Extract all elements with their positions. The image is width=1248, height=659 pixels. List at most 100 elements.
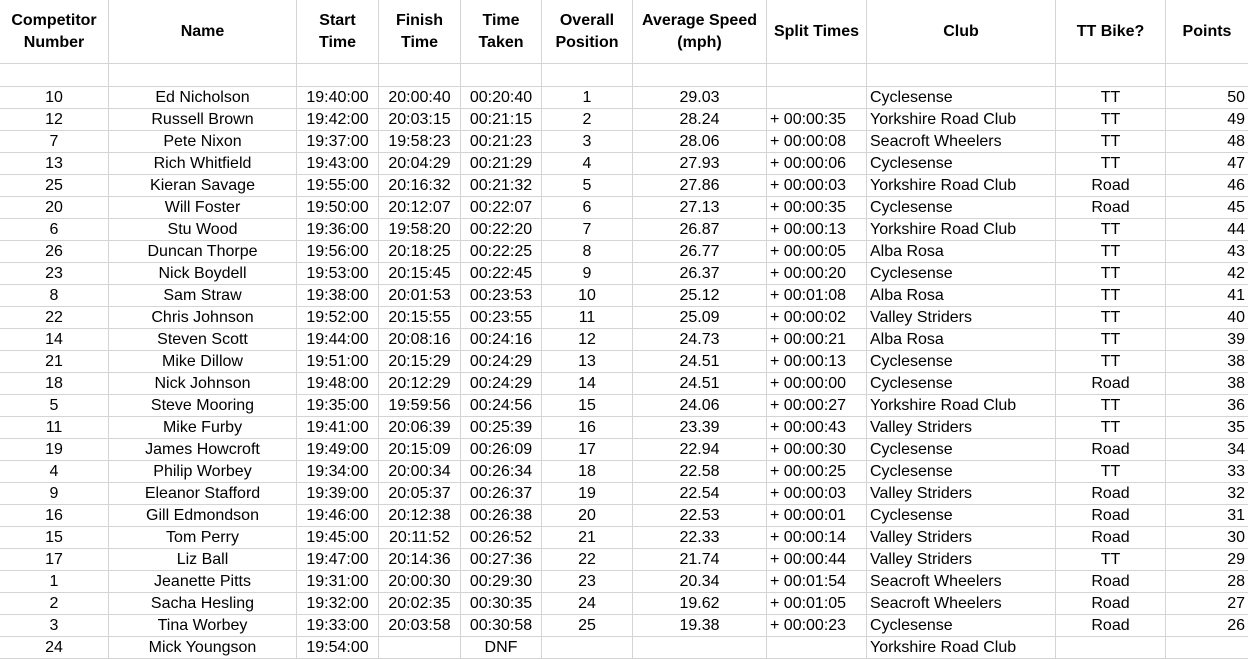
- tt-bike-cell[interactable]: Road: [1055, 174, 1166, 197]
- name-cell[interactable]: Nick Boydell: [108, 262, 297, 285]
- split-time-cell[interactable]: + 00:00:30: [766, 438, 867, 461]
- overall-position-cell[interactable]: 4: [541, 152, 633, 175]
- start-time-cell[interactable]: 19:36:00: [296, 218, 379, 241]
- club-cell[interactable]: Valley Striders: [866, 526, 1056, 549]
- name-cell[interactable]: Gill Edmondson: [108, 504, 297, 527]
- split-time-cell[interactable]: + 00:00:06: [766, 152, 867, 175]
- average-speed-cell[interactable]: 24.51: [632, 372, 767, 395]
- start-time-cell[interactable]: 19:39:00: [296, 482, 379, 505]
- name-cell[interactable]: Liz Ball: [108, 548, 297, 571]
- points-cell[interactable]: 29: [1165, 548, 1248, 571]
- name-cell[interactable]: Stu Wood: [108, 218, 297, 241]
- points-cell[interactable]: 38: [1165, 372, 1248, 395]
- tt-bike-cell[interactable]: Road: [1055, 570, 1166, 593]
- start-time-cell[interactable]: 19:46:00: [296, 504, 379, 527]
- split-time-cell[interactable]: + 00:00:08: [766, 130, 867, 153]
- header-tt-bike[interactable]: TT Bike?: [1055, 0, 1166, 64]
- points-cell[interactable]: 45: [1165, 196, 1248, 219]
- points-cell[interactable]: 42: [1165, 262, 1248, 285]
- club-cell[interactable]: Cyclesense: [866, 372, 1056, 395]
- average-speed-cell[interactable]: 20.34: [632, 570, 767, 593]
- competitor-number-cell[interactable]: 19: [0, 438, 109, 461]
- club-cell[interactable]: Cyclesense: [866, 460, 1056, 483]
- overall-position-cell[interactable]: 13: [541, 350, 633, 373]
- empty-cell[interactable]: [460, 63, 542, 87]
- points-cell[interactable]: 47: [1165, 152, 1248, 175]
- competitor-number-cell[interactable]: 5: [0, 394, 109, 417]
- points-cell[interactable]: 36: [1165, 394, 1248, 417]
- average-speed-cell[interactable]: 29.03: [632, 86, 767, 109]
- name-cell[interactable]: Kieran Savage: [108, 174, 297, 197]
- average-speed-cell[interactable]: 28.24: [632, 108, 767, 131]
- finish-time-cell[interactable]: 20:03:15: [378, 108, 461, 131]
- competitor-number-cell[interactable]: 20: [0, 196, 109, 219]
- time-taken-cell[interactable]: 00:26:52: [460, 526, 542, 549]
- average-speed-cell[interactable]: 26.77: [632, 240, 767, 263]
- header-finish-time[interactable]: Finish Time: [378, 0, 461, 64]
- finish-time-cell[interactable]: 20:00:40: [378, 86, 461, 109]
- time-taken-cell[interactable]: 00:27:36: [460, 548, 542, 571]
- empty-cell[interactable]: [866, 63, 1056, 87]
- club-cell[interactable]: Cyclesense: [866, 438, 1056, 461]
- average-speed-cell[interactable]: 27.93: [632, 152, 767, 175]
- header-start-time[interactable]: Start Time: [296, 0, 379, 64]
- average-speed-cell[interactable]: 27.13: [632, 196, 767, 219]
- average-speed-cell[interactable]: 25.12: [632, 284, 767, 307]
- finish-time-cell[interactable]: 20:01:53: [378, 284, 461, 307]
- average-speed-cell[interactable]: 22.54: [632, 482, 767, 505]
- empty-cell[interactable]: [1055, 63, 1166, 87]
- tt-bike-cell[interactable]: TT: [1055, 548, 1166, 571]
- split-time-cell[interactable]: + 00:00:13: [766, 350, 867, 373]
- split-time-cell[interactable]: + 00:00:23: [766, 614, 867, 637]
- split-time-cell[interactable]: + 00:00:20: [766, 262, 867, 285]
- points-cell[interactable]: 34: [1165, 438, 1248, 461]
- tt-bike-cell[interactable]: Road: [1055, 482, 1166, 505]
- split-time-cell[interactable]: + 00:00:14: [766, 526, 867, 549]
- time-taken-cell[interactable]: 00:30:58: [460, 614, 542, 637]
- split-time-cell[interactable]: + 00:00:00: [766, 372, 867, 395]
- competitor-number-cell[interactable]: 21: [0, 350, 109, 373]
- overall-position-cell[interactable]: 14: [541, 372, 633, 395]
- time-taken-cell[interactable]: 00:24:29: [460, 350, 542, 373]
- average-speed-cell[interactable]: 23.39: [632, 416, 767, 439]
- competitor-number-cell[interactable]: 12: [0, 108, 109, 131]
- average-speed-cell[interactable]: 24.51: [632, 350, 767, 373]
- tt-bike-cell[interactable]: Road: [1055, 592, 1166, 615]
- start-time-cell[interactable]: 19:56:00: [296, 240, 379, 263]
- competitor-number-cell[interactable]: 26: [0, 240, 109, 263]
- finish-time-cell[interactable]: 20:00:34: [378, 460, 461, 483]
- time-taken-cell[interactable]: 00:22:25: [460, 240, 542, 263]
- average-speed-cell[interactable]: 25.09: [632, 306, 767, 329]
- empty-cell[interactable]: [108, 63, 297, 87]
- tt-bike-cell[interactable]: TT: [1055, 394, 1166, 417]
- points-cell[interactable]: 48: [1165, 130, 1248, 153]
- overall-position-cell[interactable]: 20: [541, 504, 633, 527]
- time-taken-cell[interactable]: 00:21:29: [460, 152, 542, 175]
- start-time-cell[interactable]: 19:44:00: [296, 328, 379, 351]
- start-time-cell[interactable]: 19:48:00: [296, 372, 379, 395]
- average-speed-cell[interactable]: 24.06: [632, 394, 767, 417]
- overall-position-cell[interactable]: 11: [541, 306, 633, 329]
- average-speed-cell[interactable]: 22.33: [632, 526, 767, 549]
- overall-position-cell[interactable]: 23: [541, 570, 633, 593]
- tt-bike-cell[interactable]: Road: [1055, 372, 1166, 395]
- club-cell[interactable]: Seacroft Wheelers: [866, 130, 1056, 153]
- name-cell[interactable]: Russell Brown: [108, 108, 297, 131]
- header-overall-position[interactable]: Overall Position: [541, 0, 633, 64]
- split-time-cell[interactable]: + 00:00:27: [766, 394, 867, 417]
- name-cell[interactable]: Tina Worbey: [108, 614, 297, 637]
- time-taken-cell[interactable]: 00:26:38: [460, 504, 542, 527]
- club-cell[interactable]: Yorkshire Road Club: [866, 108, 1056, 131]
- time-taken-cell[interactable]: 00:24:16: [460, 328, 542, 351]
- overall-position-cell[interactable]: 5: [541, 174, 633, 197]
- finish-time-cell[interactable]: [378, 636, 461, 659]
- finish-time-cell[interactable]: 20:04:29: [378, 152, 461, 175]
- split-time-cell[interactable]: + 00:00:13: [766, 218, 867, 241]
- time-taken-cell[interactable]: 00:30:35: [460, 592, 542, 615]
- split-time-cell[interactable]: + 00:00:03: [766, 174, 867, 197]
- competitor-number-cell[interactable]: 7: [0, 130, 109, 153]
- finish-time-cell[interactable]: 20:08:16: [378, 328, 461, 351]
- points-cell[interactable]: 26: [1165, 614, 1248, 637]
- split-time-cell[interactable]: + 00:00:35: [766, 196, 867, 219]
- overall-position-cell[interactable]: 16: [541, 416, 633, 439]
